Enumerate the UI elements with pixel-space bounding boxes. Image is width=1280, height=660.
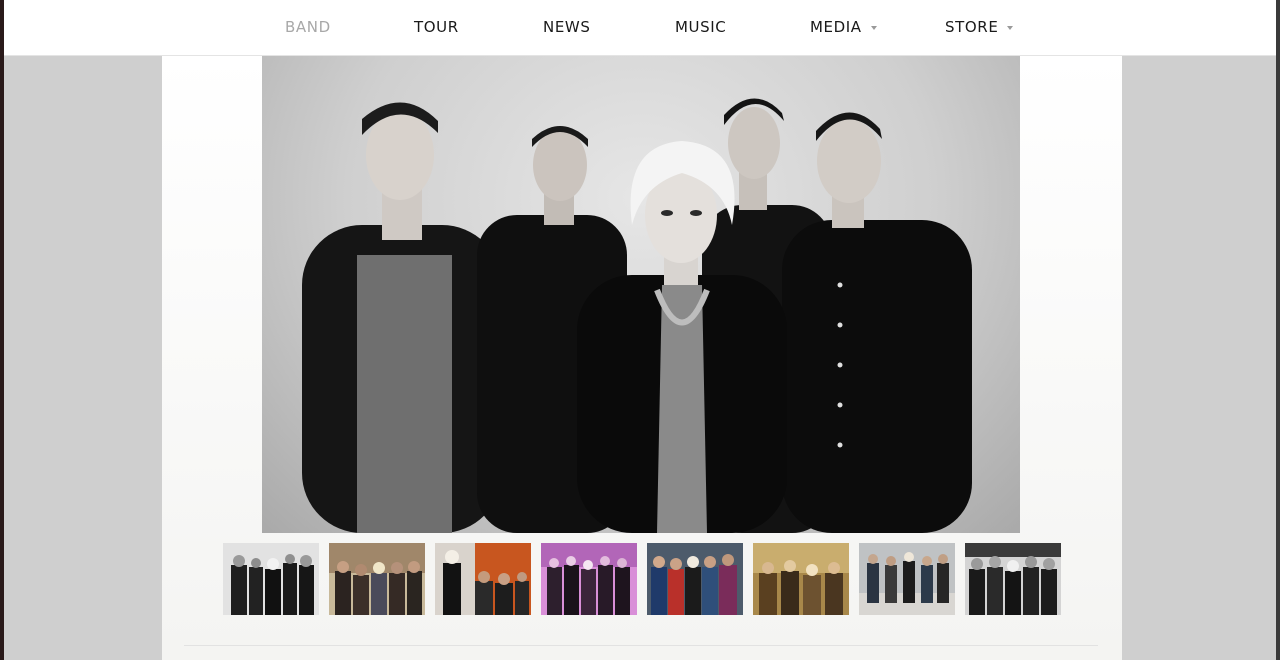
- thumbnail-image: [647, 543, 743, 615]
- thumbnail-image: [435, 543, 531, 615]
- nav-item-news[interactable]: NEWS: [543, 18, 590, 36]
- chevron-down-icon: [870, 25, 877, 30]
- nav-item-music[interactable]: MUSIC: [675, 18, 726, 36]
- hero-band-photo[interactable]: [262, 55, 1020, 533]
- band-member-figure: [782, 112, 972, 533]
- nav-item-band[interactable]: BAND: [285, 18, 331, 36]
- right-edge: [1276, 0, 1280, 660]
- thumbnail-image: [859, 543, 955, 615]
- gallery-thumbnail[interactable]: [541, 543, 637, 615]
- band-member-figure: [302, 102, 502, 533]
- content-divider: [184, 645, 1098, 646]
- gallery-thumbnail[interactable]: [647, 543, 743, 615]
- thumbnail-image: [541, 543, 637, 615]
- nav-item-label: MEDIA: [810, 18, 862, 36]
- nav-item-media[interactable]: MEDIA: [810, 18, 877, 36]
- thumbnail-image: [329, 543, 425, 615]
- nav-item-store[interactable]: STORE: [945, 18, 1014, 36]
- gallery-thumbnail[interactable]: [965, 543, 1061, 615]
- nav-item-label: MUSIC: [675, 18, 727, 36]
- gallery-thumbnail[interactable]: [859, 543, 955, 615]
- thumbnail-image: [223, 543, 319, 615]
- band-photo-image: [302, 98, 972, 533]
- main-content: [162, 55, 1122, 660]
- nav-item-label: STORE: [945, 18, 999, 36]
- gallery-thumbnail[interactable]: [753, 543, 849, 615]
- nav-item-label: NEWS: [543, 18, 591, 36]
- top-navbar: BAND TOUR NEWS MUSIC MEDIA STORE: [4, 0, 1276, 56]
- gallery-thumbnail[interactable]: [329, 543, 425, 615]
- nav-item-tour[interactable]: TOUR: [414, 18, 459, 36]
- thumbnail-image: [965, 543, 1061, 615]
- gallery-thumbnail[interactable]: [223, 543, 319, 615]
- gallery-thumbnail[interactable]: [435, 543, 531, 615]
- nav-item-label: BAND: [285, 18, 331, 36]
- left-edge: [0, 0, 4, 660]
- nav-item-label: TOUR: [414, 18, 459, 36]
- chevron-down-icon: [1007, 25, 1014, 30]
- thumbnail-image: [753, 543, 849, 615]
